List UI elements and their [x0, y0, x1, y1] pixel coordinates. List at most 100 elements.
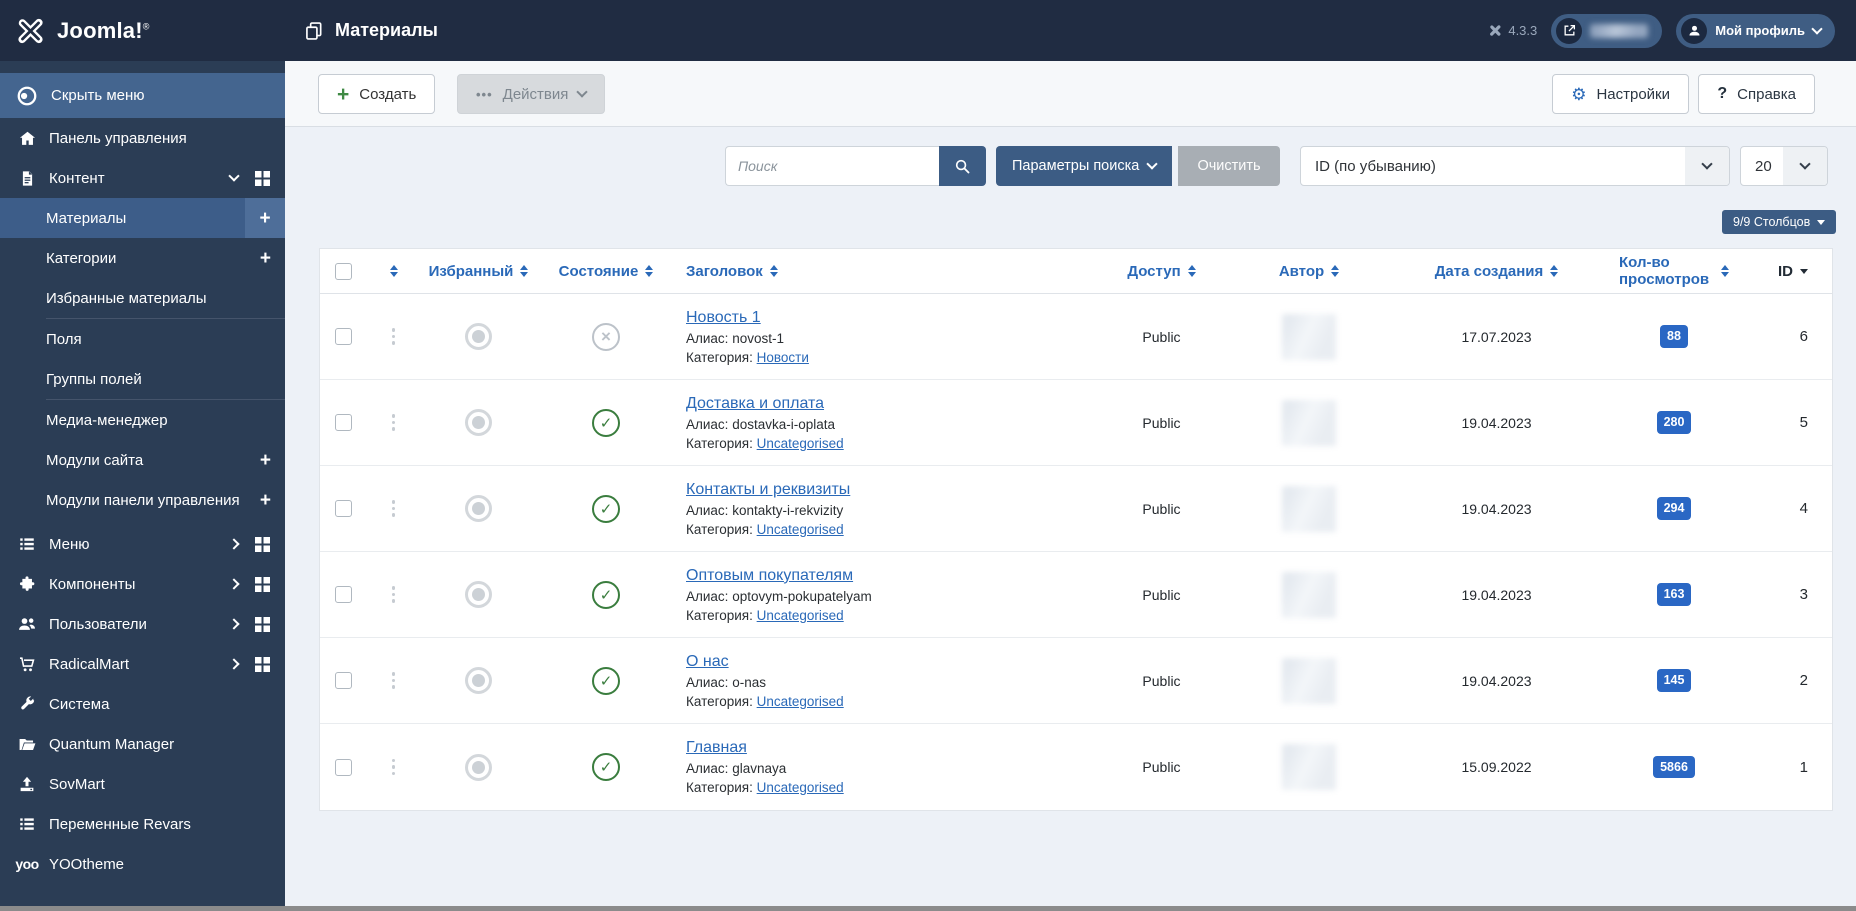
add-new-icon[interactable]: +	[245, 198, 285, 238]
sidebar-subitem[interactable]: Группы полей	[0, 359, 285, 399]
sidebar-item[interactable]: Переменные Revars	[0, 804, 285, 844]
select-all-checkbox[interactable]	[320, 262, 366, 280]
featured-toggle[interactable]	[421, 495, 536, 522]
drag-handle[interactable]	[366, 500, 421, 517]
grid-icon[interactable]	[255, 616, 270, 632]
row-checkbox[interactable]	[334, 328, 352, 345]
row-checkbox[interactable]	[334, 500, 352, 517]
featured-toggle[interactable]	[421, 323, 536, 350]
drag-handle[interactable]	[366, 586, 421, 603]
new-button[interactable]: + Создать	[318, 74, 436, 114]
row-checkbox[interactable]	[334, 672, 352, 689]
sort-select[interactable]: ID (по убыванию)	[1300, 146, 1730, 186]
drag-handle[interactable]	[366, 414, 421, 431]
article-title-link[interactable]: Контакты и реквизиты	[686, 481, 850, 499]
drag-handle[interactable]	[366, 672, 421, 689]
sidebar-subitem-label: Материалы	[46, 209, 127, 227]
sidebar-item[interactable]: Пользователи	[0, 604, 285, 644]
column-created[interactable]: Дата создания	[1374, 263, 1619, 280]
help-button[interactable]: ? Справка	[1698, 74, 1815, 114]
add-new-icon[interactable]: +	[260, 451, 271, 470]
grid-icon[interactable]	[255, 536, 270, 552]
category-link[interactable]: Uncategorised	[757, 436, 844, 451]
article-title-link[interactable]: Доставка и оплата	[686, 395, 824, 413]
featured-toggle[interactable]	[421, 409, 536, 436]
category-link[interactable]: Uncategorised	[757, 780, 844, 795]
table-row: ✓ О нас Алиас: o-nas Категория: Uncatego…	[320, 638, 1832, 724]
column-access[interactable]: Доступ	[1079, 263, 1244, 280]
sidebar-subitem[interactable]: Медиа-менеджер	[0, 400, 285, 440]
actions-button[interactable]: ••• Действия	[457, 74, 606, 114]
featured-toggle[interactable]	[421, 667, 536, 694]
drag-handle[interactable]	[366, 758, 421, 776]
author-redacted	[1282, 744, 1336, 790]
published-icon[interactable]: ✓	[592, 494, 620, 523]
featured-toggle[interactable]	[421, 581, 536, 608]
sidebar-subitem[interactable]: Материалы +	[0, 198, 285, 238]
sidebar-item[interactable]: Quantum Manager	[0, 724, 285, 764]
column-id[interactable]: ID	[1729, 263, 1832, 280]
row-checkbox-cell	[320, 586, 366, 603]
category-link[interactable]: Uncategorised	[757, 522, 844, 537]
alias-line: Алиас: dostavka-i-oplata	[686, 416, 836, 432]
chevron-down-icon	[1146, 158, 1158, 170]
published-icon[interactable]: ✓	[592, 580, 620, 609]
columns-button[interactable]: 9/9 Столбцов	[1722, 210, 1837, 234]
sidebar-item[interactable]: Меню	[0, 524, 285, 564]
hide-menu-button[interactable]: Скрыть меню	[0, 73, 285, 118]
grid-icon[interactable]	[255, 576, 270, 592]
sidebar-item[interactable]: Компоненты	[0, 564, 285, 604]
article-title-link[interactable]: Оптовым покупателям	[686, 567, 853, 585]
profile-menu-button[interactable]: Мой профиль	[1676, 13, 1835, 48]
sidebar-subitem[interactable]: Категории +	[0, 238, 285, 278]
row-checkbox[interactable]	[334, 586, 352, 603]
sidebar-item-content[interactable]: Контент	[0, 158, 285, 198]
article-title-link[interactable]: Новость 1	[686, 309, 761, 327]
unpublished-icon[interactable]: ×	[592, 322, 620, 351]
search-input[interactable]	[725, 146, 939, 186]
users-icon	[19, 618, 35, 630]
page-size-select[interactable]: 20	[1740, 146, 1828, 186]
add-new-icon[interactable]: +	[260, 249, 271, 268]
search-button[interactable]	[939, 146, 986, 186]
sidebar-item[interactable]: RadicalMart	[0, 644, 285, 684]
category-link[interactable]: Uncategorised	[757, 608, 844, 623]
drag-handle[interactable]	[366, 328, 421, 345]
row-checkbox[interactable]	[334, 414, 352, 431]
column-title[interactable]: Заголовок	[676, 263, 1079, 280]
table-row: ✓ Контакты и реквизиты Алиас: kontakty-i…	[320, 466, 1832, 552]
grid-icon[interactable]	[255, 170, 270, 186]
add-new-icon[interactable]: +	[260, 491, 271, 510]
featured-toggle[interactable]	[421, 753, 536, 781]
row-checkbox[interactable]	[334, 758, 352, 776]
sidebar-subitem[interactable]: Избранные материалы	[0, 278, 285, 318]
column-hits[interactable]: Кол-во просмотров	[1619, 254, 1729, 288]
column-featured[interactable]: Избранный	[421, 263, 536, 280]
sidebar-item[interactable]: Система	[0, 684, 285, 724]
sidebar-subitem[interactable]: Поля	[0, 319, 285, 359]
published-icon[interactable]: ✓	[592, 753, 620, 781]
category-link[interactable]: Новости	[757, 350, 809, 365]
title-cell: О нас Алиас: o-nas Категория: Uncategori…	[676, 653, 1079, 709]
sort-order-column[interactable]	[366, 265, 421, 277]
grid-icon[interactable]	[255, 656, 270, 672]
sidebar-item-dashboard[interactable]: Панель управления	[0, 118, 285, 158]
article-title-link[interactable]: О нас	[686, 653, 729, 671]
preview-site-button[interactable]	[1551, 13, 1663, 48]
sidebar-subitem[interactable]: Модули панели управления +	[0, 480, 285, 520]
sidebar-subitem[interactable]: Модули сайта +	[0, 440, 285, 480]
category-link[interactable]: Uncategorised	[757, 694, 844, 709]
table-header-row: Избранный Состояние Заголовок Доступ Авт…	[320, 249, 1832, 294]
caret-down-icon	[1817, 219, 1826, 225]
column-author[interactable]: Автор	[1244, 263, 1374, 280]
options-button[interactable]: ⚙ Настройки	[1552, 74, 1689, 114]
sidebar-item[interactable]: yoo YOOtheme	[0, 844, 285, 884]
sidebar-item[interactable]: SovMart	[0, 764, 285, 804]
search-tools-button[interactable]: Параметры поиска	[996, 146, 1173, 186]
article-title-link[interactable]: Главная	[686, 739, 747, 757]
column-state[interactable]: Состояние	[536, 263, 676, 280]
category-line: Категория: Uncategorised	[686, 521, 844, 537]
published-icon[interactable]: ✓	[592, 666, 620, 695]
clear-button[interactable]: Очистить	[1178, 146, 1280, 186]
published-icon[interactable]: ✓	[592, 408, 620, 437]
